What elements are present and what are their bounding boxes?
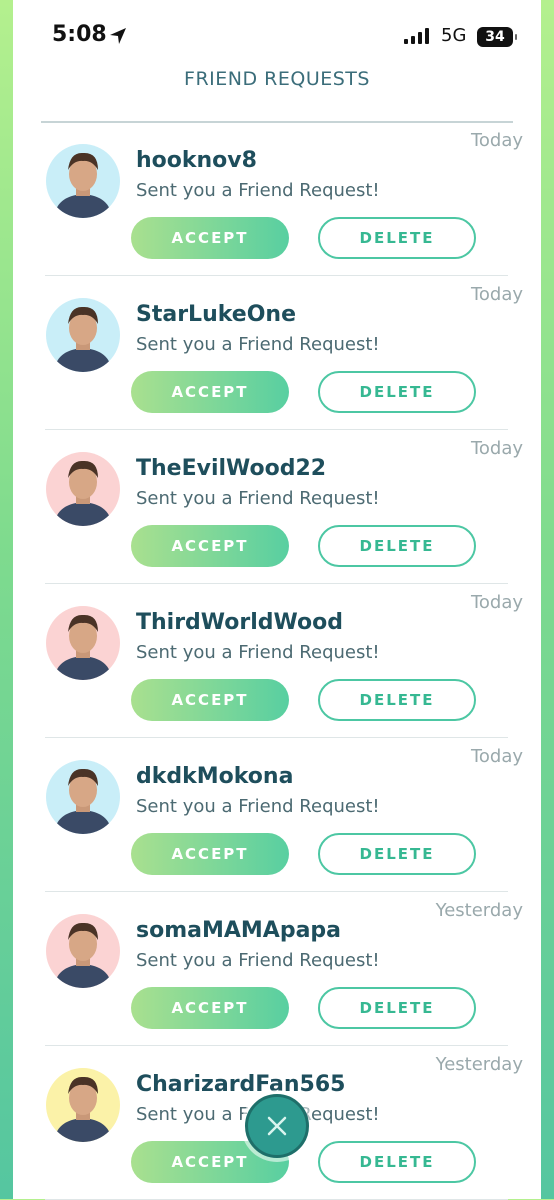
- avatar[interactable]: [46, 452, 120, 526]
- accept-button[interactable]: ACCEPT: [131, 679, 289, 721]
- request-message: Sent you a Friend Request!: [136, 950, 380, 971]
- friend-username: hooknov8: [136, 148, 257, 173]
- friend-request-item: hooknov8 Sent you a Friend Request! Toda…: [41, 122, 523, 276]
- friend-username: somaMAMApapa: [136, 918, 342, 943]
- friend-username: CharizardFan565: [136, 1072, 346, 1097]
- status-bar: 5:08 5G 34: [0, 0, 554, 74]
- friend-username: StarLukeOne: [136, 302, 296, 327]
- avatar[interactable]: [46, 298, 120, 372]
- delete-button[interactable]: DELETE: [318, 987, 476, 1029]
- close-icon: [267, 1116, 287, 1136]
- delete-button[interactable]: DELETE: [318, 679, 476, 721]
- request-date: Today: [470, 438, 523, 459]
- accept-button[interactable]: ACCEPT: [131, 833, 289, 875]
- request-message: Sent you a Friend Request!: [136, 642, 380, 663]
- accept-button[interactable]: ACCEPT: [131, 987, 289, 1029]
- delete-button[interactable]: DELETE: [318, 217, 476, 259]
- request-date: Today: [470, 130, 523, 151]
- page-title: FRIEND REQUESTS: [184, 68, 370, 90]
- accept-button[interactable]: ACCEPT: [131, 217, 289, 259]
- delete-button[interactable]: DELETE: [318, 371, 476, 413]
- delete-button[interactable]: DELETE: [318, 833, 476, 875]
- request-date: Today: [470, 746, 523, 767]
- battery-level: 34: [485, 29, 505, 45]
- accept-button[interactable]: ACCEPT: [131, 525, 289, 567]
- request-message: Sent you a Friend Request!: [136, 180, 380, 201]
- friend-request-item: somaMAMApapa Sent you a Friend Request! …: [41, 892, 523, 1046]
- request-date: Yesterday: [435, 900, 523, 921]
- accept-button[interactable]: ACCEPT: [131, 371, 289, 413]
- request-date: Today: [470, 592, 523, 613]
- signal-bars-icon: [404, 28, 429, 44]
- close-button[interactable]: [245, 1094, 309, 1158]
- request-message: Sent you a Friend Request!: [136, 488, 380, 509]
- location-arrow-icon: [110, 28, 126, 44]
- friend-username: ThirdWorldWood: [136, 610, 344, 635]
- request-date: Yesterday: [435, 1054, 523, 1075]
- avatar[interactable]: [46, 760, 120, 834]
- friend-request-item: StarLukeOne Sent you a Friend Request! T…: [41, 276, 523, 430]
- delete-button[interactable]: DELETE: [318, 1141, 476, 1183]
- avatar[interactable]: [46, 606, 120, 680]
- battery-icon: 34: [477, 27, 517, 47]
- request-message: Sent you a Friend Request!: [136, 796, 380, 817]
- request-date: Today: [470, 284, 523, 305]
- network-label: 5G: [441, 25, 467, 46]
- delete-button[interactable]: DELETE: [318, 525, 476, 567]
- avatar[interactable]: [46, 1068, 120, 1142]
- friend-username: dkdkMokona: [136, 764, 294, 789]
- friend-username: TheEvilWood22: [136, 456, 327, 481]
- status-time: 5:08: [52, 22, 107, 47]
- friend-request-item: dkdkMokona Sent you a Friend Request! To…: [41, 738, 523, 892]
- friend-request-item: TheEvilWood22 Sent you a Friend Request!…: [41, 430, 523, 584]
- avatar[interactable]: [46, 144, 120, 218]
- friend-request-item: ThirdWorldWood Sent you a Friend Request…: [41, 584, 523, 738]
- avatar[interactable]: [46, 914, 120, 988]
- request-message: Sent you a Friend Request!: [136, 334, 380, 355]
